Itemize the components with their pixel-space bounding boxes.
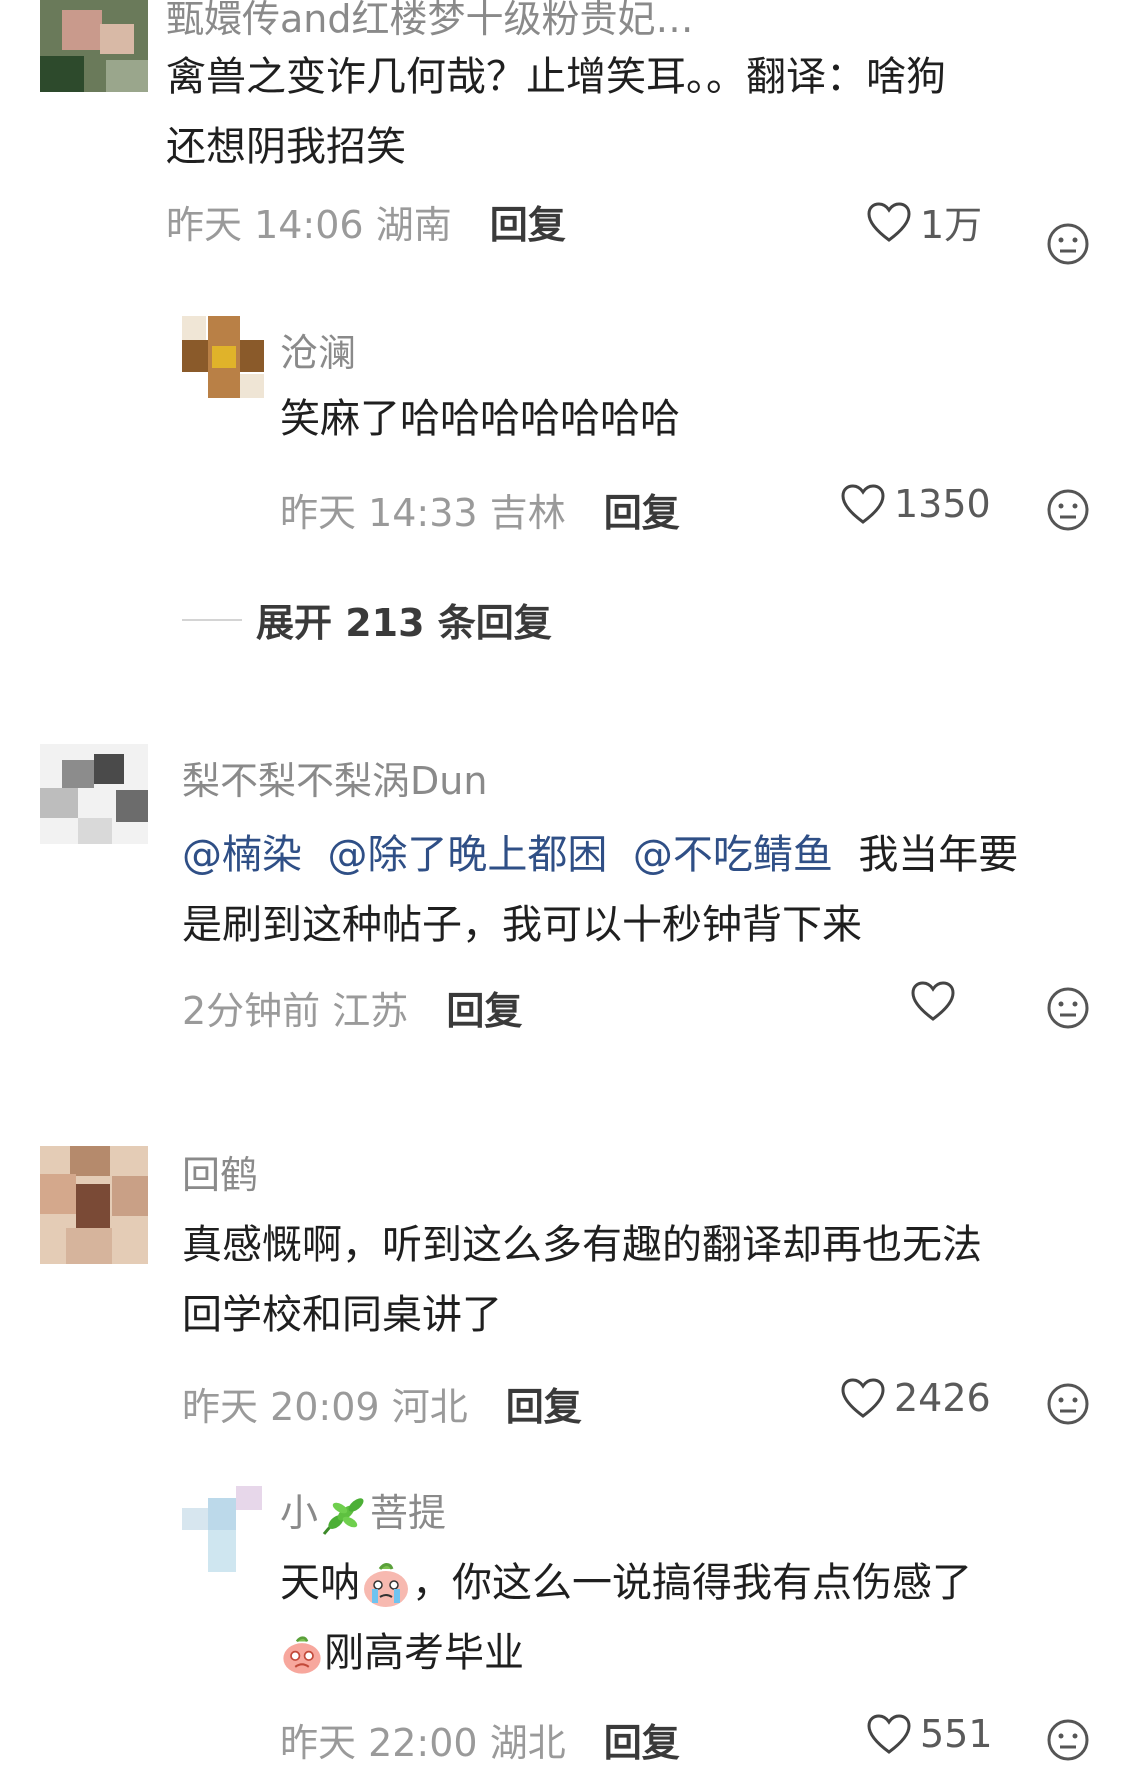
mention-link[interactable]: @楠染 [182, 832, 302, 878]
comment-text-fragment: 刚高考毕业 [324, 1630, 524, 1676]
timestamp: 2分钟前 [182, 989, 321, 1033]
comment-meta: 昨天 20:09 河北 回复 [182, 1376, 582, 1431]
username[interactable]: 梨不梨不梨涡Dun [182, 750, 487, 805]
comment-text-line: 天呐 ，你这么一说搞得我有点伤感了 [280, 1548, 1110, 1618]
crying-peach-emoji [364, 1563, 408, 1607]
like-button[interactable]: 2426 [840, 1376, 991, 1420]
expand-replies-label: 展开 213 条回复 [256, 601, 552, 645]
mention-link[interactable]: @不吃鲭鱼 [633, 832, 833, 878]
mention-link[interactable]: @除了晚上都困 [327, 832, 607, 878]
avatar[interactable] [40, 744, 148, 844]
username[interactable]: 回鹤 [182, 1144, 258, 1199]
comment-text-line: 刚高考毕业 [280, 1618, 1110, 1688]
location: 江苏 [332, 989, 409, 1033]
username-fragment: 菩提 [370, 1491, 447, 1535]
location: 河北 [391, 1385, 468, 1429]
reply-button[interactable]: 回复 [506, 1385, 582, 1429]
reply-button[interactable]: 回复 [604, 491, 680, 535]
expand-replies-button[interactable]: 展开 213 条回复 [182, 592, 552, 647]
avatar[interactable] [182, 316, 264, 398]
divider [182, 618, 242, 621]
like-button[interactable]: 1万 [866, 194, 982, 249]
heart-outline-icon [867, 201, 911, 242]
avatar[interactable] [40, 1146, 148, 1264]
heart-outline-icon [867, 1714, 911, 1754]
timestamp: 昨天 20:09 [182, 1385, 380, 1429]
location: 吉林 [489, 491, 566, 535]
neutral-face-icon[interactable] [1046, 1718, 1090, 1762]
comment-text-line: 真感慨啊，听到这么多有趣的翻译却再也无法 [182, 1222, 982, 1268]
like-count: 2426 [894, 1376, 991, 1420]
location: 湖北 [489, 1721, 566, 1765]
comment-text-line: 是刷到这种帖子，我可以十秒钟背下来 [182, 902, 862, 948]
comment-text: 笑麻了哈哈哈哈哈哈哈 [280, 396, 680, 442]
comment-text-fragment: 我当年要 [858, 832, 1019, 878]
comment-text-line: 回学校和同桌讲了 [182, 1292, 502, 1338]
location: 湖南 [375, 203, 452, 247]
username[interactable]: 小 菩提 [280, 1482, 446, 1538]
comment-text-line: 禽兽之变诈几何哉？止增笑耳。。翻译：啥狗 [166, 54, 946, 100]
avatar[interactable] [182, 1486, 262, 1572]
heart-outline-icon [841, 484, 885, 524]
like-count: 1350 [894, 482, 991, 526]
timestamp: 昨天 22:00 [280, 1721, 478, 1765]
username[interactable]: 沧澜 [280, 322, 356, 377]
neutral-face-icon[interactable] [1046, 222, 1090, 266]
neutral-face-icon[interactable] [1046, 1382, 1090, 1426]
username[interactable]: 甄嬛传and红楼梦十级粉贵妃… [166, 0, 694, 43]
neutral-face-icon[interactable] [1046, 488, 1090, 532]
comment-text-fragment: ，你这么一说搞得我有点伤感了 [412, 1560, 972, 1606]
reply-button[interactable]: 回复 [604, 1721, 680, 1765]
comment-text-line: 还想阴我招笑 [166, 124, 406, 170]
comment-meta: 昨天 14:06 湖南 回复 [166, 194, 566, 249]
comment-text: 真感慨啊，听到这么多有趣的翻译却再也无法 回学校和同桌讲了 [182, 1210, 1112, 1350]
crying-peach-emoji [283, 1636, 321, 1674]
reply-button[interactable]: 回复 [490, 203, 566, 247]
timestamp: 昨天 14:06 [166, 203, 364, 247]
comment-meta: 2分钟前 江苏 回复 [182, 980, 522, 1035]
reply-button[interactable]: 回复 [446, 989, 522, 1033]
heart-outline-icon [841, 1378, 885, 1418]
neutral-face-icon[interactable] [1046, 986, 1090, 1030]
herb-leaf-emoji [322, 1497, 364, 1535]
comment-text: 禽兽之变诈几何哉？止增笑耳。。翻译：啥狗 还想阴我招笑 [166, 42, 1106, 182]
like-button[interactable] [910, 980, 964, 1022]
like-count: 1万 [920, 203, 983, 247]
comment-meta: 昨天 14:33 吉林 回复 [280, 482, 680, 537]
comment-text-fragment: 天呐 [280, 1560, 360, 1606]
heart-outline-icon [911, 981, 955, 1021]
comment-text: 天呐 ，你这么一说搞得我有点伤感了 刚高考毕业 [280, 1548, 1110, 1688]
comment-text-line: @楠染 @除了晚上都困 @不吃鲭鱼 我当年要 [182, 820, 1112, 890]
like-count: 551 [920, 1712, 993, 1756]
avatar[interactable] [40, 0, 148, 92]
like-button[interactable]: 551 [866, 1712, 993, 1756]
comment-text: @楠染 @除了晚上都困 @不吃鲭鱼 我当年要 是刷到这种帖子，我可以十秒钟背下来 [182, 820, 1112, 960]
comment-meta: 昨天 22:00 湖北 回复 [280, 1712, 680, 1767]
like-button[interactable]: 1350 [840, 482, 991, 526]
username-fragment: 小 [280, 1491, 319, 1535]
timestamp: 昨天 14:33 [280, 491, 478, 535]
